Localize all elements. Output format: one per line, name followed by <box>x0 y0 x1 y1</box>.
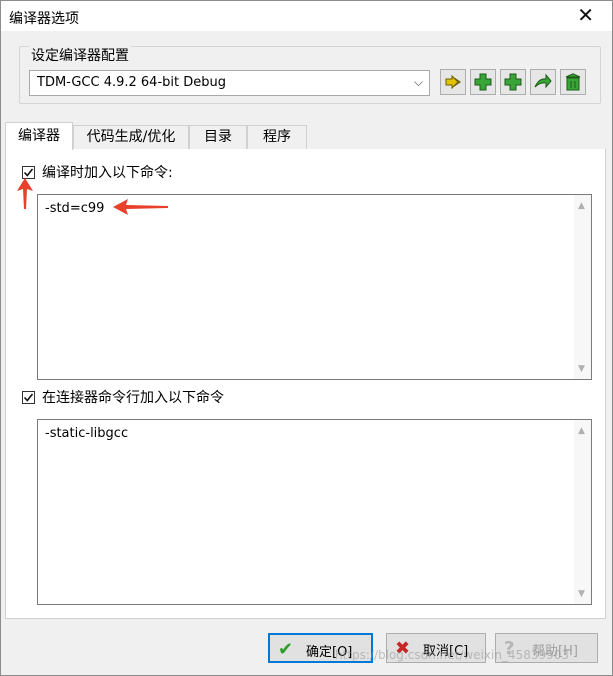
scroll-down-icon[interactable]: ▼ <box>578 589 585 599</box>
tab-code-generation[interactable]: 代码生成/优化 <box>73 125 189 149</box>
export-config-button[interactable] <box>530 69 556 95</box>
export-icon <box>534 73 552 89</box>
linker-commands-label: 在连接器命令行加入以下命令 <box>42 390 224 406</box>
dialog-title: 编译器选项 <box>9 11 79 27</box>
compiler-commands-textarea[interactable]: -std=c99 ▲ ▼ <box>37 194 592 380</box>
add-icon <box>504 73 522 91</box>
compiler-options-dialog: 编译器选项 ✕ 设定编译器配置 TDM-GCC 4.9.2 64-bit Deb… <box>0 0 613 676</box>
checkmark-icon: ✔ <box>278 639 294 660</box>
rename-config-button[interactable] <box>440 69 466 95</box>
compiler-commands-value: -std=c99 <box>45 201 105 216</box>
tab-compiler[interactable]: 编译器 <box>5 122 73 150</box>
tab-programs[interactable]: 程序 <box>247 125 307 149</box>
linker-commands-value: -static-libgcc <box>45 426 129 441</box>
compiler-commands-checkbox[interactable] <box>22 166 35 179</box>
add-config-from-folder-button[interactable] <box>500 69 526 95</box>
watermark-text: https://blog.csdn.net/weixin_45839903 <box>335 648 570 662</box>
scroll-up-icon[interactable]: ▲ <box>578 426 585 436</box>
close-icon[interactable]: ✕ <box>577 3 594 27</box>
vertical-scrollbar[interactable]: ▲ ▼ <box>574 195 591 379</box>
compiler-config-select[interactable]: TDM-GCC 4.9.2 64-bit Debug ⌵ <box>29 70 430 96</box>
compiler-config-label: 设定编译器配置 <box>29 45 131 65</box>
compiler-config-value: TDM-GCC 4.9.2 64-bit Debug <box>37 75 226 90</box>
rename-icon <box>445 74 462 90</box>
linker-commands-textarea[interactable]: -static-libgcc ▲ ▼ <box>37 419 592 605</box>
delete-config-button[interactable] <box>560 69 586 95</box>
scroll-up-icon[interactable]: ▲ <box>578 201 585 211</box>
checkmark-icon <box>23 168 34 177</box>
linker-commands-checkbox[interactable] <box>22 391 35 404</box>
delete-icon <box>565 73 581 91</box>
compiler-commands-label: 编译时加入以下命令: <box>42 165 173 181</box>
scroll-down-icon[interactable]: ▼ <box>578 364 585 374</box>
checkmark-icon <box>23 393 34 402</box>
chevron-down-icon: ⌵ <box>413 75 423 89</box>
title-bar: 编译器选项 ✕ <box>1 1 612 31</box>
vertical-scrollbar[interactable]: ▲ ▼ <box>574 420 591 604</box>
add-icon <box>474 73 492 91</box>
tab-directories[interactable]: 目录 <box>189 125 247 149</box>
add-config-button[interactable] <box>470 69 496 95</box>
